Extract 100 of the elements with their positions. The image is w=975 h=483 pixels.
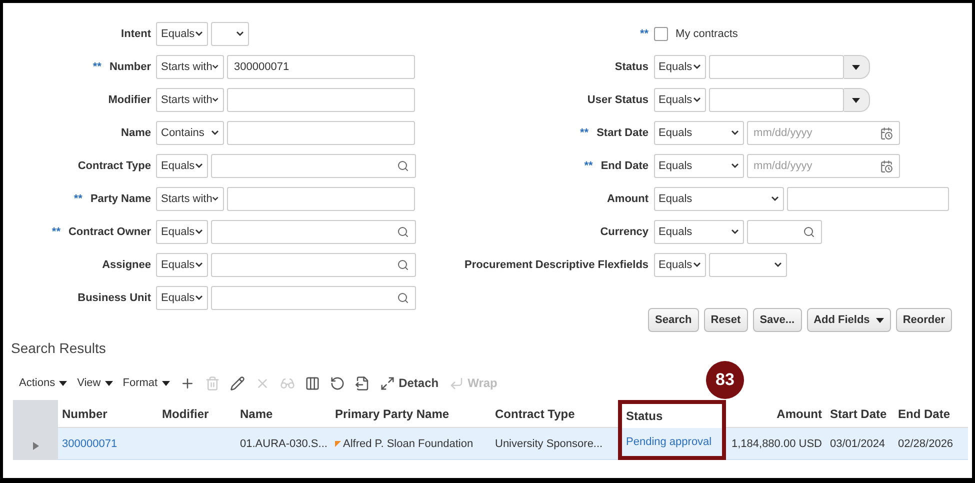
- operator-select[interactable]: Equals: [654, 121, 744, 145]
- section-title: Search Results: [10, 339, 107, 358]
- return-arrow-icon: [448, 376, 464, 390]
- text-field[interactable]: [227, 187, 415, 211]
- operator-select[interactable]: Equals: [654, 55, 706, 79]
- caret-icon: [59, 380, 68, 386]
- chevron-down-icon: [212, 196, 219, 202]
- table-cell: Alfred P. Sloan Foundation: [331, 428, 491, 460]
- form-button[interactable]: Reset: [704, 308, 748, 332]
- dropdown-button[interactable]: [844, 55, 870, 79]
- caret-icon: [876, 318, 884, 322]
- expand-triangle-icon[interactable]: [32, 442, 38, 450]
- checkbox[interactable]: [654, 27, 668, 41]
- export-icon[interactable]: [354, 376, 370, 390]
- step-badge: 83: [706, 361, 744, 399]
- field-label: Number: [109, 61, 151, 73]
- table-cell: 01.AURA-030.S...: [236, 428, 331, 460]
- required-mark: **: [74, 193, 82, 205]
- operator-select[interactable]: Equals: [654, 88, 706, 112]
- operator-select[interactable]: Starts with: [156, 187, 224, 211]
- text-field[interactable]: [227, 121, 415, 145]
- required-mark: **: [640, 28, 649, 40]
- field-label: End Date: [600, 160, 649, 172]
- pencil-icon[interactable]: [230, 376, 245, 390]
- refresh-icon[interactable]: [330, 376, 345, 390]
- operator-select[interactable]: Equals: [156, 22, 208, 46]
- chevron-down-icon: [236, 31, 244, 37]
- search-icon: [397, 259, 409, 271]
- choice-field[interactable]: [708, 55, 844, 79]
- choice-field[interactable]: [708, 88, 844, 112]
- flag-icon: [335, 440, 341, 446]
- form-button[interactable]: Reorder: [896, 308, 952, 332]
- table-link[interactable]: 300000071: [58, 428, 158, 460]
- triangle-down-icon: [852, 64, 860, 70]
- chevron-down-icon: [195, 262, 203, 268]
- operator-select[interactable]: Equals: [156, 286, 208, 310]
- field-label: Modifier: [108, 94, 151, 106]
- field-label: Assignee: [102, 259, 151, 271]
- chevron-down-icon: [730, 163, 739, 169]
- search-field[interactable]: [211, 286, 416, 310]
- operator-select[interactable]: Equals: [156, 253, 208, 277]
- field-label: Party Name: [90, 193, 151, 205]
- search-field[interactable]: [211, 154, 416, 178]
- required-mark: **: [52, 226, 60, 238]
- plus-icon[interactable]: [180, 376, 195, 390]
- menu-button[interactable]: Format: [122, 377, 170, 389]
- search-icon: [397, 160, 409, 172]
- chevron-down-icon: [195, 31, 203, 37]
- operator-select[interactable]: Equals: [654, 187, 784, 211]
- operator-select[interactable]: Equals: [156, 220, 208, 244]
- search-icon: [397, 292, 409, 304]
- columns-icon[interactable]: [304, 376, 320, 390]
- value-select[interactable]: [211, 22, 249, 46]
- menu-button[interactable]: View: [77, 377, 113, 389]
- required-mark: **: [584, 160, 593, 172]
- table-link[interactable]: Pending approval: [618, 428, 726, 460]
- operator-select[interactable]: Equals: [156, 154, 208, 178]
- search-icon: [802, 226, 815, 238]
- chevron-down-icon: [770, 196, 779, 202]
- chevron-down-icon: [212, 64, 219, 70]
- search-field[interactable]: [746, 220, 822, 244]
- search-field[interactable]: [211, 220, 416, 244]
- operator-select[interactable]: Equals: [654, 220, 744, 244]
- menu-button[interactable]: Actions: [19, 377, 68, 389]
- chevron-down-icon: [730, 229, 739, 235]
- operator-select[interactable]: Starts with: [156, 88, 224, 112]
- caret-icon: [162, 380, 170, 386]
- operator-select[interactable]: Equals: [654, 253, 706, 277]
- chevron-down-icon: [730, 130, 739, 136]
- calendar-icon: [880, 126, 893, 140]
- checkbox-label: My contracts: [676, 28, 738, 40]
- table-cell: 1,184,880.00 USD: [726, 428, 826, 460]
- toolbar-button[interactable]: Detach: [380, 376, 439, 390]
- value-select[interactable]: [708, 253, 787, 277]
- field-label: Contract Owner: [68, 226, 151, 238]
- operator-select[interactable]: Contains: [156, 121, 224, 145]
- operator-select[interactable]: Starts with: [156, 55, 224, 79]
- text-field[interactable]: 300000071: [227, 55, 415, 79]
- form-button[interactable]: Save...: [752, 308, 802, 332]
- text-field[interactable]: [227, 88, 415, 112]
- field-label: Business Unit: [78, 292, 151, 304]
- search-field[interactable]: [211, 253, 416, 277]
- field-label: Name: [121, 127, 151, 139]
- table-cell: 02/28/2026: [894, 428, 968, 460]
- field-label: Amount: [606, 193, 649, 205]
- triangle-down-icon: [852, 98, 860, 102]
- chevron-down-icon: [692, 262, 701, 268]
- caret-icon: [104, 380, 113, 386]
- chevron-down-icon: [211, 130, 219, 136]
- expand-icon: [380, 376, 395, 390]
- chevron-down-icon: [692, 64, 701, 70]
- calendar-icon: [880, 160, 893, 172]
- form-button[interactable]: Add Fields: [806, 308, 891, 332]
- text-field[interactable]: [786, 187, 949, 211]
- operator-select[interactable]: Equals: [654, 154, 744, 178]
- field-label: Currency: [600, 226, 649, 238]
- dropdown-button[interactable]: [844, 88, 870, 112]
- field-label: Contract Type: [78, 160, 151, 172]
- form-button[interactable]: Search: [648, 308, 699, 332]
- required-mark: **: [92, 61, 102, 73]
